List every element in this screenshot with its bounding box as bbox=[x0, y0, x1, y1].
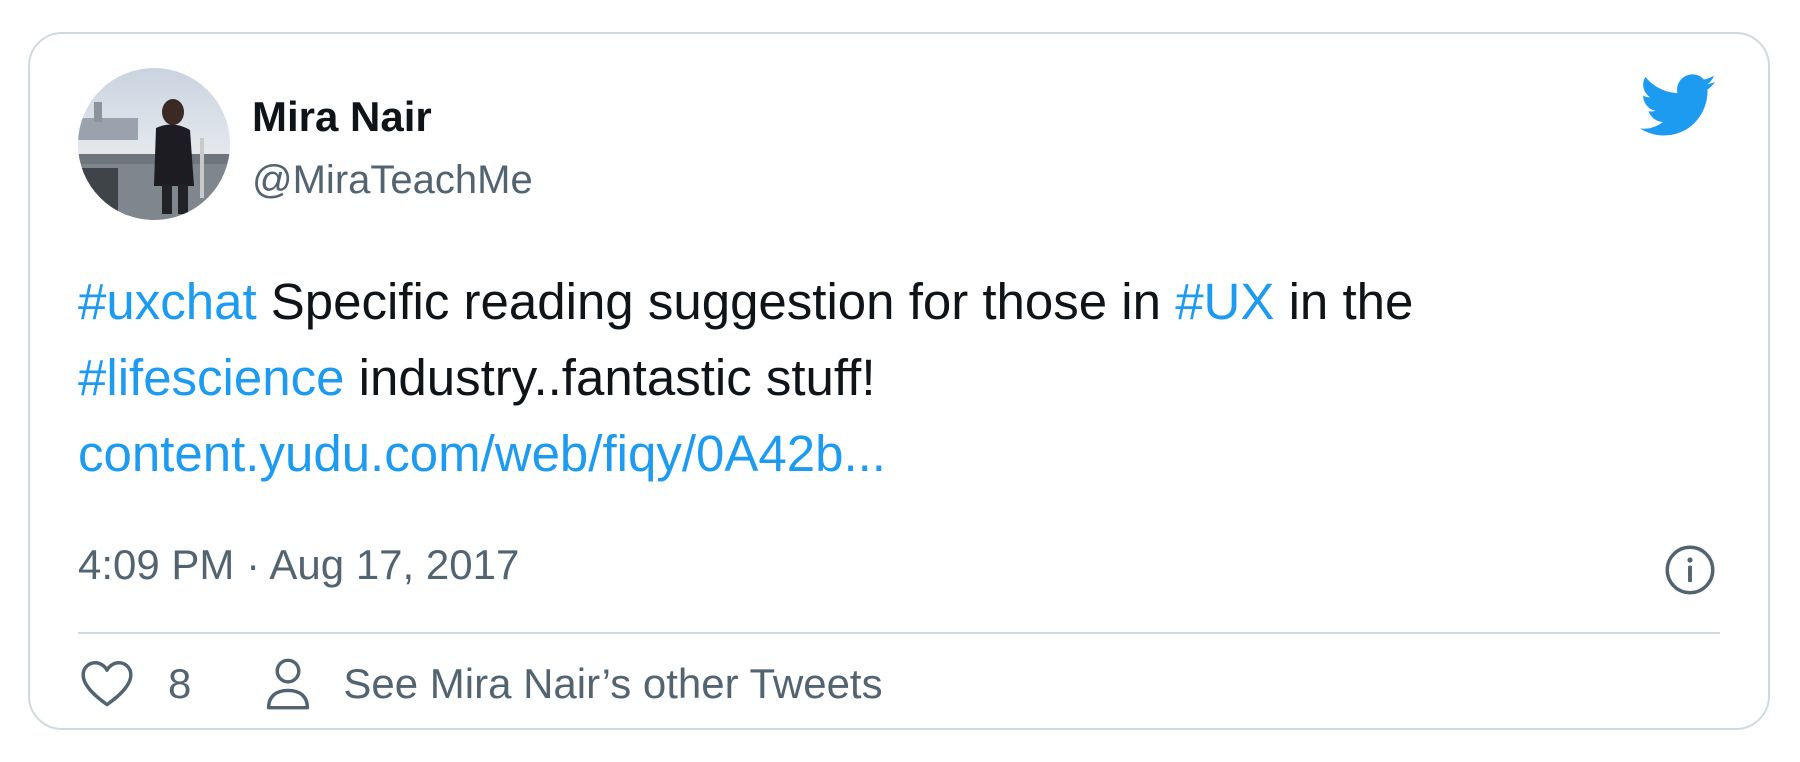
see-other-tweets-link[interactable]: See Mira Nair’s other Tweets bbox=[263, 656, 883, 712]
author-handle[interactable]: @MiraTeachMe bbox=[252, 156, 533, 204]
tweet-card[interactable]: Mira Nair @MiraTeachMe #uxchat Specific … bbox=[28, 32, 1770, 730]
tweet-text-part: in the bbox=[1274, 273, 1414, 330]
avatar[interactable] bbox=[78, 68, 230, 220]
tweet-timestamp[interactable]: 4:09 PM · Aug 17, 2017 bbox=[78, 539, 519, 591]
tweet-text-part: Specific reading suggestion for those in bbox=[256, 273, 1176, 330]
divider bbox=[78, 632, 1720, 634]
tweet-actions: 8 See Mira Nair’s other Tweets bbox=[78, 646, 883, 722]
info-icon[interactable] bbox=[1664, 544, 1716, 596]
like-button[interactable]: 8 bbox=[78, 658, 191, 710]
hashtag-lifescience[interactable]: #lifescience bbox=[78, 349, 344, 406]
see-other-tweets-label: See Mira Nair’s other Tweets bbox=[343, 660, 883, 707]
tweet-text-part: industry..fantastic stuff! bbox=[344, 349, 876, 406]
person-icon bbox=[267, 658, 310, 710]
tweet-text: #uxchat Specific reading suggestion for … bbox=[78, 264, 1738, 492]
tweet-link[interactable]: content.yudu.com/web/fiqy/0A42b... bbox=[78, 425, 886, 482]
author-info: Mira Nair @MiraTeachMe bbox=[252, 92, 533, 204]
hashtag-ux[interactable]: #UX bbox=[1175, 273, 1274, 330]
author-name[interactable]: Mira Nair bbox=[252, 92, 533, 142]
like-count: 8 bbox=[168, 660, 192, 707]
hashtag-uxchat[interactable]: #uxchat bbox=[78, 273, 257, 330]
heart-icon bbox=[81, 661, 133, 707]
twitter-bird-icon[interactable] bbox=[1640, 74, 1718, 138]
